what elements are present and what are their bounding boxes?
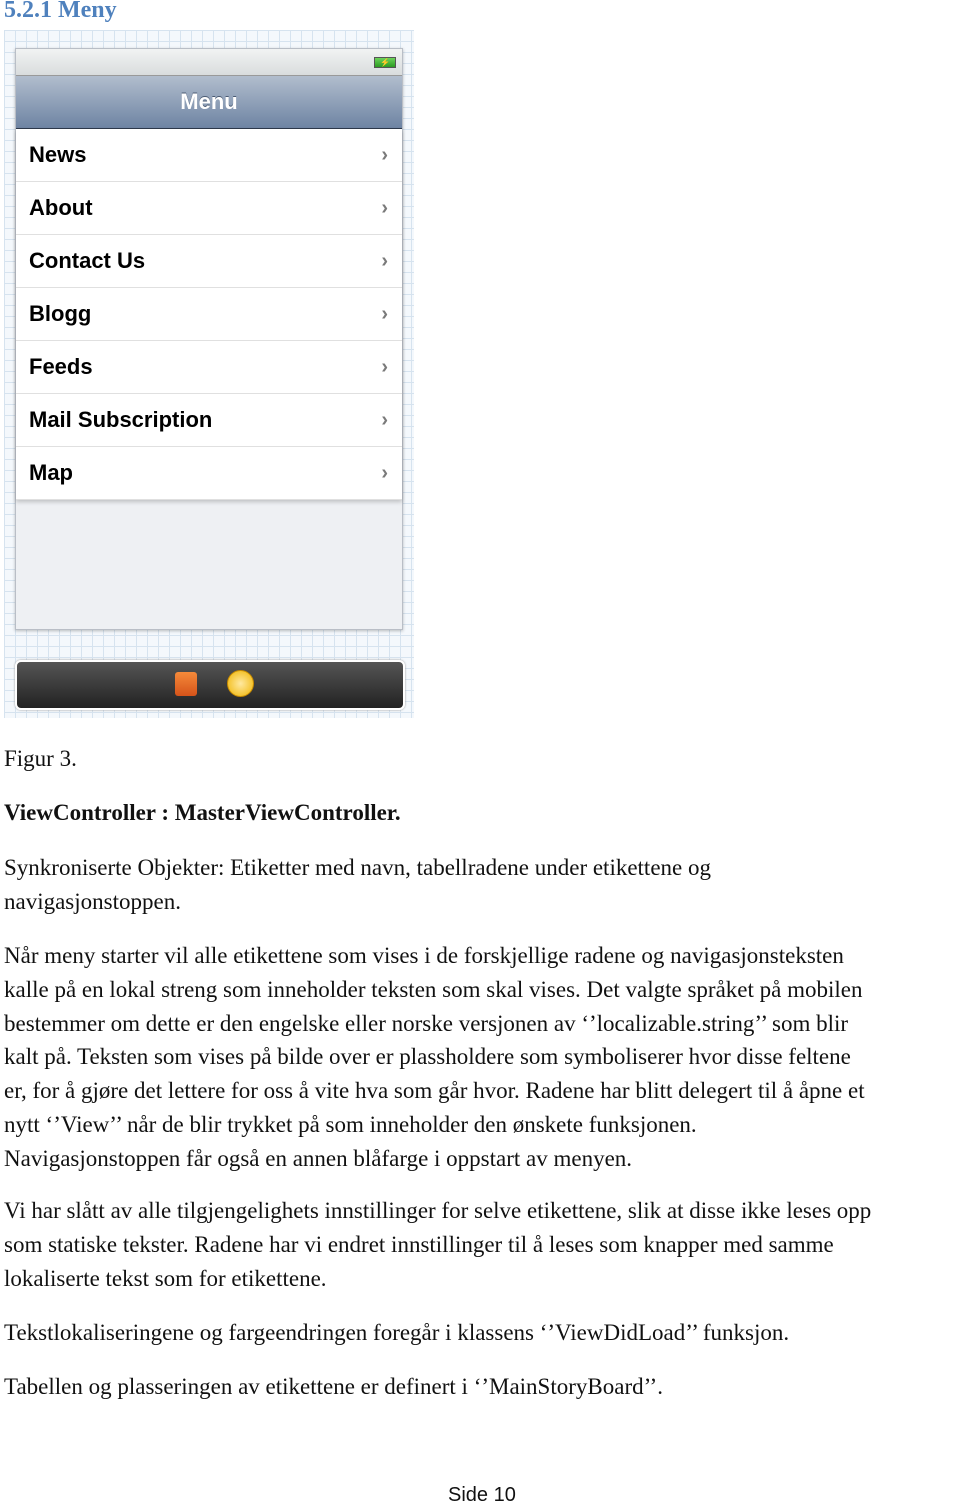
paragraph-line: kalle på en lokal streng som inneholder … <box>4 976 863 1002</box>
chevron-right-icon: › <box>381 409 388 431</box>
chevron-right-icon: › <box>381 197 388 219</box>
section-heading: 5.2.1 Meny <box>4 0 117 23</box>
paragraph-line: Tekstlokaliseringene og fargeendringen f… <box>4 1320 790 1345</box>
paragraph-line: Navigasjonstoppen får også en annen blåf… <box>4 1145 633 1171</box>
paragraph-line: Vi har slått av alle tilgjengelighets in… <box>4 1198 872 1223</box>
paragraph-line: lokaliserte tekst som for etikettene. <box>4 1265 327 1291</box>
paragraph-line: som statiske tekster. Radene har vi endr… <box>4 1231 834 1257</box>
figure-caption: Figur 3. <box>4 746 77 771</box>
menu-row[interactable]: Blogg › <box>16 288 402 341</box>
menu-row-label: Contact Us <box>29 248 146 273</box>
paragraph-line: nytt ‘’View’’ når de blir trykket på som… <box>4 1112 697 1137</box>
chevron-right-icon: › <box>381 250 388 272</box>
menu-row-label: Map <box>29 460 73 485</box>
paragraph-line: Når meny starter vil alle etikettene som… <box>4 943 844 968</box>
menu-row[interactable]: About › <box>16 182 402 235</box>
menu-row[interactable]: Map › <box>16 447 402 500</box>
menu-row-label: Blogg <box>29 301 92 326</box>
chevron-right-icon: › <box>381 462 388 484</box>
chevron-right-icon: › <box>381 303 388 325</box>
paragraph-line: navigasjonstoppen. <box>4 888 181 914</box>
paragraph-line: bestemmer om dette er den engelske eller… <box>4 1010 849 1036</box>
paragraph-line: er, for å gjøre det lettere for oss å vi… <box>4 1078 865 1104</box>
battery-icon: ⚡ <box>374 57 396 68</box>
object-cube-icon <box>175 672 197 696</box>
storyboard-mockup: ⚡ Menu News › About › Contact Us › Blogg › Feeds… <box>4 30 414 718</box>
paragraph-line: kalt på. Teksten som vises på bilde over… <box>4 1044 851 1070</box>
menu-row[interactable]: Contact Us › <box>16 235 402 288</box>
menu-row-label: About <box>29 195 93 220</box>
chevron-right-icon: › <box>381 144 388 166</box>
menu-row-label: Feeds <box>29 354 93 379</box>
paragraph-line: Tabellen og plasseringen av etikettene e… <box>4 1374 663 1399</box>
view-controller-icon <box>227 670 254 697</box>
status-bar: ⚡ <box>16 49 402 76</box>
phone-screen: ⚡ Menu News › About › Contact Us › Blogg › Feeds… <box>15 48 403 630</box>
menu-row[interactable]: Feeds › <box>16 341 402 394</box>
page-number: Side 10 <box>448 1484 516 1506</box>
menu-row-label: News <box>29 142 87 167</box>
chevron-right-icon: › <box>381 356 388 378</box>
navigation-bar: Menu <box>16 76 402 129</box>
menu-row[interactable]: News › <box>16 129 402 182</box>
menu-row[interactable]: Mail Subscription › <box>16 394 402 447</box>
paragraph-line: Synkroniserte Objekter: Etiketter med na… <box>4 855 711 880</box>
subheading: ViewController : MasterViewController. <box>4 800 401 825</box>
menu-table: News › About › Contact Us › Blogg › Feeds › Mail S… <box>16 129 402 500</box>
menu-row-label: Mail Subscription <box>29 407 213 432</box>
scene-dock <box>15 660 405 710</box>
